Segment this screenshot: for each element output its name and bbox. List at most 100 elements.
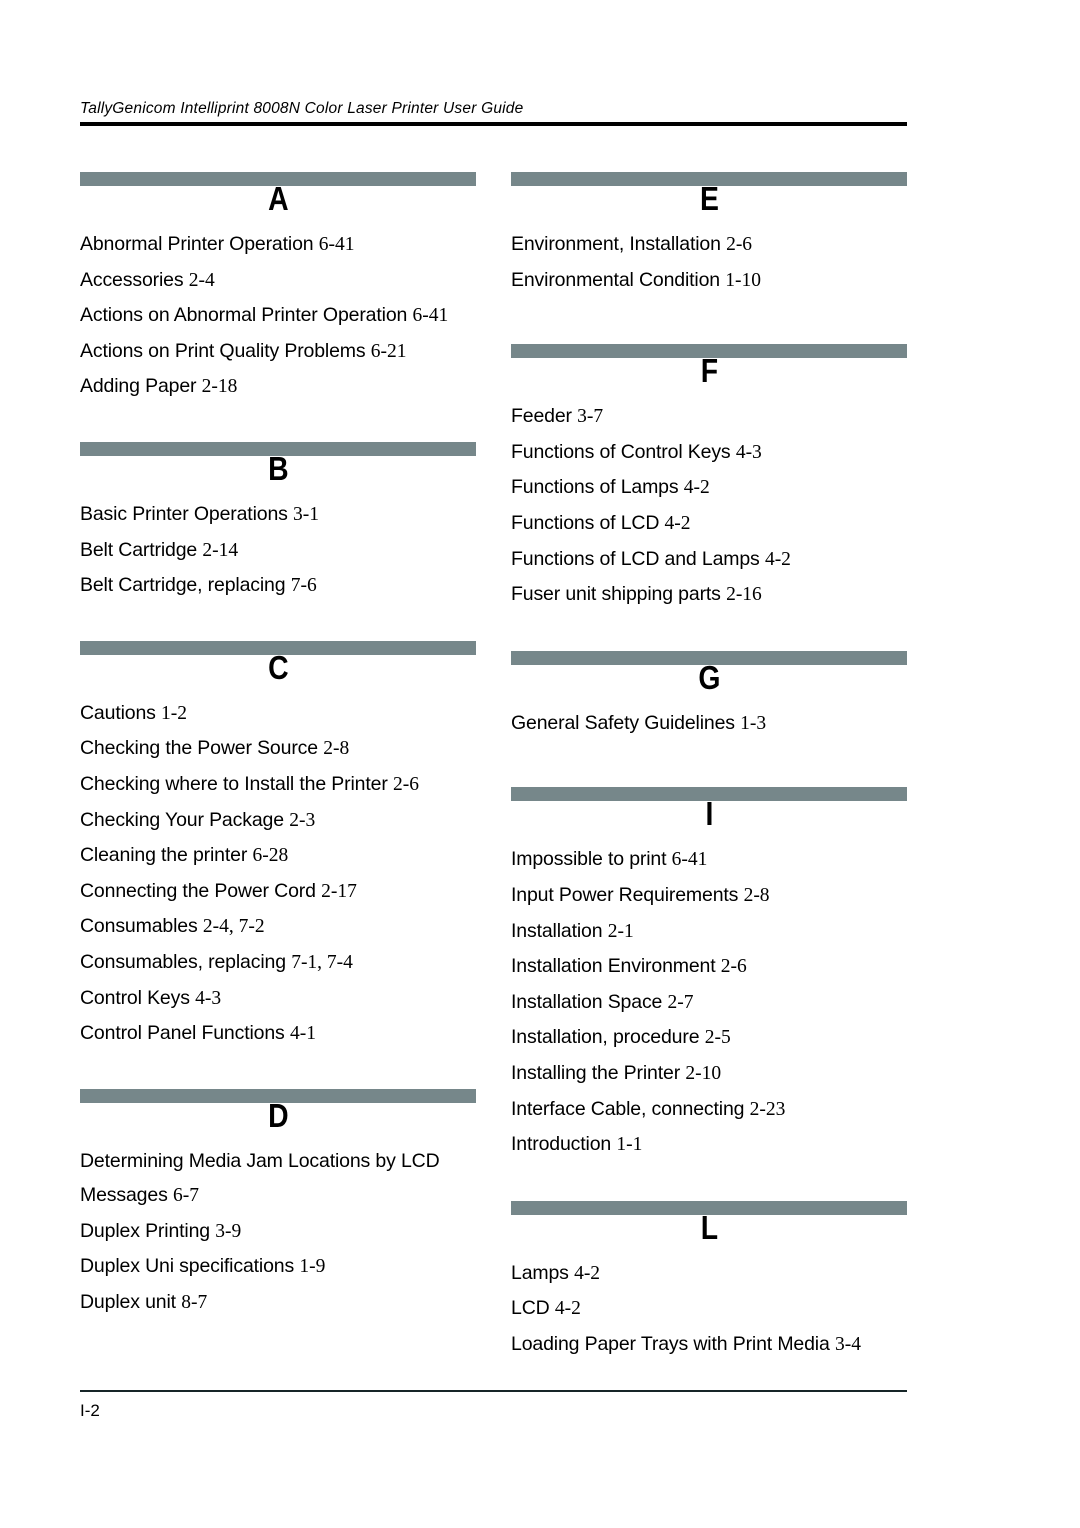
letter-heading: A (268, 180, 289, 217)
index-entry[interactable]: Input Power Requirements 2-8 (511, 878, 907, 914)
index-entry[interactable]: Cleaning the printer 6-28 (80, 838, 476, 874)
index-entry-title: Fuser unit shipping parts (511, 583, 721, 606)
footer-rule (80, 1390, 907, 1392)
index-entry-title: General Safety Guidelines (511, 711, 735, 734)
index-entry[interactable]: Environmental Condition 1-10 (511, 263, 907, 299)
index-entry[interactable]: Fuser unit shipping parts 2-16 (511, 577, 907, 613)
index-entry[interactable]: Installation 2-1 (511, 914, 907, 950)
index-entry[interactable]: Environment, Installation 2-6 (511, 227, 907, 263)
index-entry-title: Installation (511, 919, 603, 942)
index-entry[interactable]: Duplex Uni specifications 1-9 (80, 1249, 476, 1285)
index-column-right: E Environment, Installation 2-6 Environmen… (511, 172, 907, 1362)
index-entry[interactable]: Loading Paper Trays with Print Media 3-4 (511, 1327, 907, 1363)
index-entry[interactable]: Control Panel Functions 4-1 (80, 1016, 476, 1052)
index-entry-title: Environmental Condition (511, 268, 721, 291)
index-entry-title: Duplex Printing (80, 1219, 210, 1242)
index-entry[interactable]: Lamps 4-2 (511, 1256, 907, 1292)
index-entry-title: Interface Cable, connecting (511, 1097, 745, 1120)
index-entry[interactable]: Feeder 3-7 (511, 399, 907, 435)
index-entry-page-ref: 4-2 (574, 1262, 601, 1284)
running-header: TallyGenicom Intelliprint 8008N Color La… (80, 99, 907, 126)
index-entry[interactable]: Functions of Lamps 4-2 (511, 470, 907, 506)
index-entry-page-ref: 2-5 (704, 1027, 731, 1049)
index-entry-title: Installing the Printer (511, 1061, 681, 1084)
index-entry-list: Cautions 1-2 Checking the Power Source 2-… (80, 696, 476, 1052)
index-entry[interactable]: Connecting the Power Cord 2-17 (80, 874, 476, 910)
index-entry-title: Impossible to print (511, 848, 667, 871)
index-entry[interactable]: Control Keys 4-3 (80, 981, 476, 1017)
index-entry[interactable]: Installing the Printer 2-10 (511, 1056, 907, 1092)
index-entry[interactable]: Installation Environment 2-6 (511, 949, 907, 985)
letter-heading: G (698, 658, 720, 696)
index-entry-page-ref: 2-23 (749, 1098, 786, 1120)
index-entry[interactable]: Installation, procedure 2-5 (511, 1020, 907, 1056)
index-entry[interactable]: Functions of LCD and Lamps 4-2 (511, 542, 907, 578)
index-entry[interactable]: Checking Your Package 2-3 (80, 803, 476, 839)
index-entry-list: Impossible to print 6-41 Input Power Requ… (511, 842, 907, 1162)
index-entry-page-ref: 3-7 (577, 406, 604, 428)
index-entry-page-ref: 1-9 (299, 1256, 326, 1278)
letter-heading: L (700, 1208, 718, 1246)
letter-heading: C (268, 648, 289, 686)
index-entry[interactable]: Adding Paper 2-18 (80, 369, 476, 405)
index-entry-title: Feeder (511, 405, 572, 428)
index-entry[interactable]: Checking where to Install the Printer 2-… (80, 767, 476, 803)
index-entry-page-ref: 6-28 (252, 845, 289, 867)
index-entry-list: Abnormal Printer Operation 6-41 Accessori… (80, 227, 476, 405)
index-entry[interactable]: Consumables, replacing 7-1, 7-4 (80, 945, 476, 981)
index-entry[interactable]: Duplex unit 8-7 (80, 1285, 476, 1321)
running-header-title: TallyGenicom Intelliprint 8008N Color La… (80, 100, 524, 117)
index-letter-section: D Determining Media Jam Locations by LCD … (80, 1088, 476, 1321)
index-entry[interactable]: Duplex Printing 3-9 (80, 1214, 476, 1250)
index-entry-page-ref: 2-17 (321, 880, 357, 902)
index-entry[interactable]: Cautions 1-2 (80, 696, 476, 732)
index-entry-page-ref: 6-41 (412, 305, 449, 327)
index-entry[interactable]: Interface Cable, connecting 2-23 (511, 1092, 907, 1128)
index-entry[interactable]: Actions on Print Quality Problems 6-21 (80, 334, 476, 370)
index-entry-list: Determining Media Jam Locations by LCD M… (80, 1144, 476, 1321)
index-entry-title: Functions of Control Keys (511, 440, 731, 463)
index-entry-page-ref: 2-7 (667, 991, 694, 1013)
index-entry[interactable]: Basic Printer Operations 3-1 (80, 497, 476, 533)
index-entry[interactable]: Installation Space 2-7 (511, 985, 907, 1021)
index-entry[interactable]: Determining Media Jam Locations by LCD M… (80, 1144, 476, 1214)
index-entry-title: Installation Space (511, 990, 663, 1013)
index-entry[interactable]: Impossible to print 6-41 (511, 842, 907, 878)
index-entry[interactable]: Belt Cartridge, replacing 7-6 (80, 568, 476, 604)
index-entry-title: Actions on Print Quality Problems (80, 339, 366, 362)
index-entry-title: Introduction (511, 1133, 612, 1156)
index-entry[interactable]: Functions of LCD 4-2 (511, 506, 907, 542)
index-entry-title: Cleaning the printer (80, 844, 248, 867)
index-entry[interactable]: Belt Cartridge 2-14 (80, 533, 476, 569)
index-entry[interactable]: Functions of Control Keys 4-3 (511, 435, 907, 471)
index-entry-title: Functions of Lamps (511, 476, 679, 499)
index-letter-section: L Lamps 4-2 LCD 4-2 Loading Paper Trays wit… (511, 1200, 907, 1363)
letter-heading: E (699, 180, 719, 217)
index-entry-page-ref: 2-16 (726, 584, 762, 606)
index-entry-page-ref: 1-1 (616, 1134, 643, 1156)
index-entry[interactable]: Abnormal Printer Operation 6-41 (80, 227, 476, 263)
index-entry-list: Environment, Installation 2-6 Environment… (511, 227, 907, 298)
index-entry-title: Determining Media Jam Locations by LCD M… (80, 1149, 440, 1207)
index-entry[interactable]: Consumables 2-4, 7-2 (80, 909, 476, 945)
index-entry-page-ref: 2-4, 7-2 (202, 916, 265, 938)
index-entry-page-ref: 2-6 (392, 773, 419, 795)
index-entry-title: Installation Environment (511, 955, 716, 978)
index-entry[interactable]: Accessories 2-4 (80, 263, 476, 299)
index-entry-title: Basic Printer Operations (80, 502, 288, 525)
index-entry-page-ref: 2-8 (323, 738, 350, 760)
index-entry[interactable]: General Safety Guidelines 1-3 (511, 706, 907, 742)
index-entry[interactable]: Checking the Power Source 2-8 (80, 731, 476, 767)
index-entry-page-ref: 8-7 (181, 1292, 208, 1314)
index-entry[interactable]: LCD 4-2 (511, 1291, 907, 1327)
index-entry-title: Adding Paper (80, 375, 197, 398)
index-entry[interactable]: Actions on Abnormal Printer Operation 6-… (80, 298, 476, 334)
index-entry-title: Control Panel Functions (80, 1022, 285, 1045)
letter-heading: F (700, 352, 718, 390)
index-entry-title: Consumables (80, 915, 198, 938)
index-entry-title: Accessories (80, 268, 184, 291)
index-entry-title: Checking the Power Source (80, 737, 318, 760)
index-entry[interactable]: Introduction 1-1 (511, 1127, 907, 1163)
